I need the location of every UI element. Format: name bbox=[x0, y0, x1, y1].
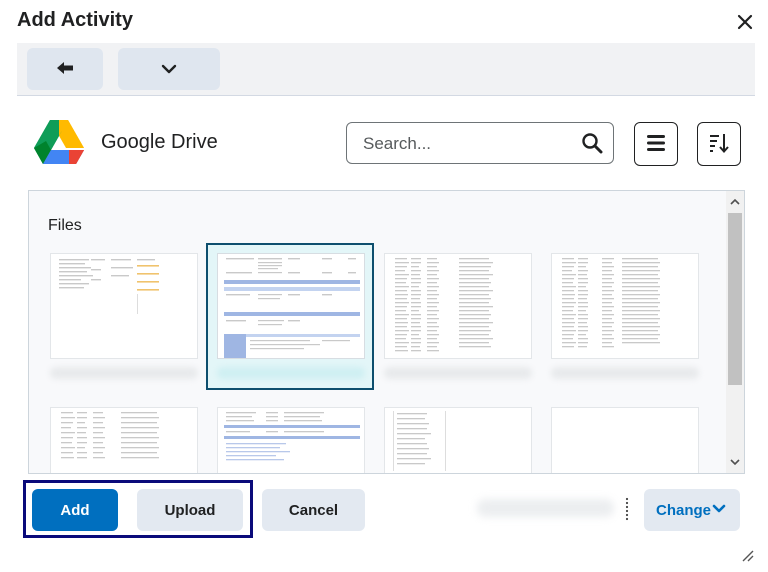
change-button[interactable]: Change bbox=[644, 489, 740, 531]
navigation-toolbar bbox=[17, 43, 755, 96]
upload-button[interactable]: Upload bbox=[137, 489, 243, 531]
search-box bbox=[346, 122, 614, 164]
file-name-blurred bbox=[50, 367, 198, 379]
dialog-title: Add Activity bbox=[17, 9, 133, 31]
hamburger-menu-icon bbox=[647, 134, 665, 151]
resize-handle-icon[interactable] bbox=[740, 548, 754, 562]
view-menu-button[interactable] bbox=[634, 122, 678, 166]
scroll-down-icon[interactable] bbox=[729, 456, 741, 468]
separator-dots-icon bbox=[624, 497, 630, 521]
close-icon[interactable] bbox=[734, 11, 756, 33]
scrollbar-thumb[interactable] bbox=[728, 213, 742, 385]
search-input[interactable] bbox=[361, 132, 575, 156]
search-icon[interactable] bbox=[581, 132, 603, 154]
cancel-button[interactable]: Cancel bbox=[262, 489, 365, 531]
file-thumbnail[interactable] bbox=[384, 253, 532, 359]
file-name-blurred bbox=[217, 367, 365, 379]
chevron-down-icon bbox=[161, 64, 177, 73]
files-section-label: Files bbox=[48, 217, 82, 234]
file-thumbnail[interactable] bbox=[50, 253, 198, 359]
file-thumbnail[interactable] bbox=[50, 407, 198, 473]
file-thumbnail[interactable] bbox=[551, 253, 699, 359]
file-name-blurred bbox=[551, 367, 699, 379]
file-thumbnail[interactable] bbox=[551, 407, 699, 473]
files-panel: Files bbox=[28, 190, 745, 474]
file-thumbnail[interactable] bbox=[217, 407, 365, 473]
sort-icon bbox=[710, 133, 729, 153]
chevron-down-icon bbox=[712, 504, 726, 513]
arrow-left-icon bbox=[57, 61, 73, 74]
folder-dropdown-button[interactable] bbox=[118, 48, 220, 90]
selected-file-name-blurred bbox=[477, 499, 614, 517]
files-scrollbar[interactable] bbox=[726, 191, 744, 473]
file-thumbnail-selected[interactable] bbox=[217, 253, 365, 359]
change-button-label: Change bbox=[656, 501, 712, 519]
add-button[interactable]: Add bbox=[32, 489, 118, 531]
back-button[interactable] bbox=[27, 48, 103, 90]
sort-button[interactable] bbox=[697, 122, 741, 166]
source-name: Google Drive bbox=[101, 131, 218, 153]
google-drive-logo bbox=[33, 119, 85, 165]
file-name-blurred bbox=[384, 367, 532, 379]
file-thumbnail[interactable] bbox=[384, 407, 532, 473]
scroll-up-icon[interactable] bbox=[729, 196, 741, 208]
